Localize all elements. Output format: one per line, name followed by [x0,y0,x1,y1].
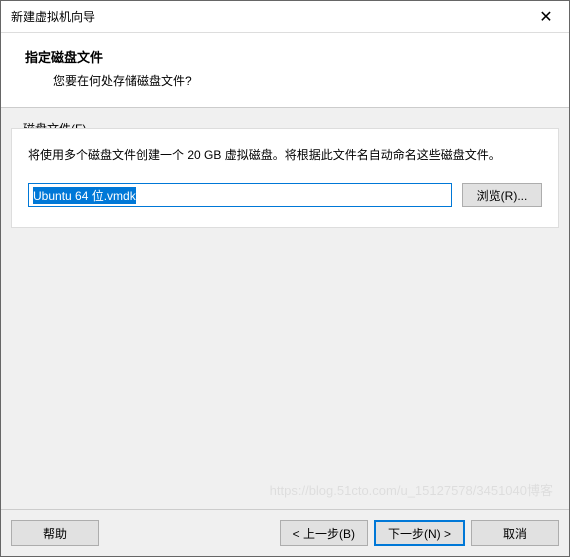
disk-filename-input[interactable]: Ubuntu 64 位.vmdk [28,183,452,207]
groupbox-body: 将使用多个磁盘文件创建一个 20 GB 虚拟磁盘。将根据此文件名自动命名这些磁盘… [11,128,559,228]
page-subtitle: 您要在何处存储磁盘文件? [25,72,545,89]
page-title: 指定磁盘文件 [25,47,545,66]
wizard-footer: 帮助 < 上一步(B) 下一步(N) > 取消 [1,509,569,556]
titlebar: 新建虚拟机向导 ✕ [1,1,569,33]
next-button[interactable]: 下一步(N) > [374,520,465,546]
close-button[interactable]: ✕ [523,1,569,33]
content-area: 磁盘文件(F) 将使用多个磁盘文件创建一个 20 GB 虚拟磁盘。将根据此文件名… [1,108,569,509]
help-button[interactable]: 帮助 [11,520,99,546]
browse-button[interactable]: 浏览(R)... [462,183,542,207]
watermark: https://blog.51cto.com/u_15127578/345104… [270,480,553,499]
window-title: 新建虚拟机向导 [11,8,95,25]
input-selected-text: Ubuntu 64 位.vmdk [33,187,136,204]
file-row: Ubuntu 64 位.vmdk 浏览(R)... [28,183,542,207]
group-description: 将使用多个磁盘文件创建一个 20 GB 虚拟磁盘。将根据此文件名自动命名这些磁盘… [28,145,542,165]
close-icon: ✕ [539,7,552,27]
wizard-header: 指定磁盘文件 您要在何处存储磁盘文件? [1,33,569,108]
cancel-button[interactable]: 取消 [471,520,559,546]
disk-file-group: 磁盘文件(F) 将使用多个磁盘文件创建一个 20 GB 虚拟磁盘。将根据此文件名… [11,128,559,228]
back-button[interactable]: < 上一步(B) [280,520,368,546]
